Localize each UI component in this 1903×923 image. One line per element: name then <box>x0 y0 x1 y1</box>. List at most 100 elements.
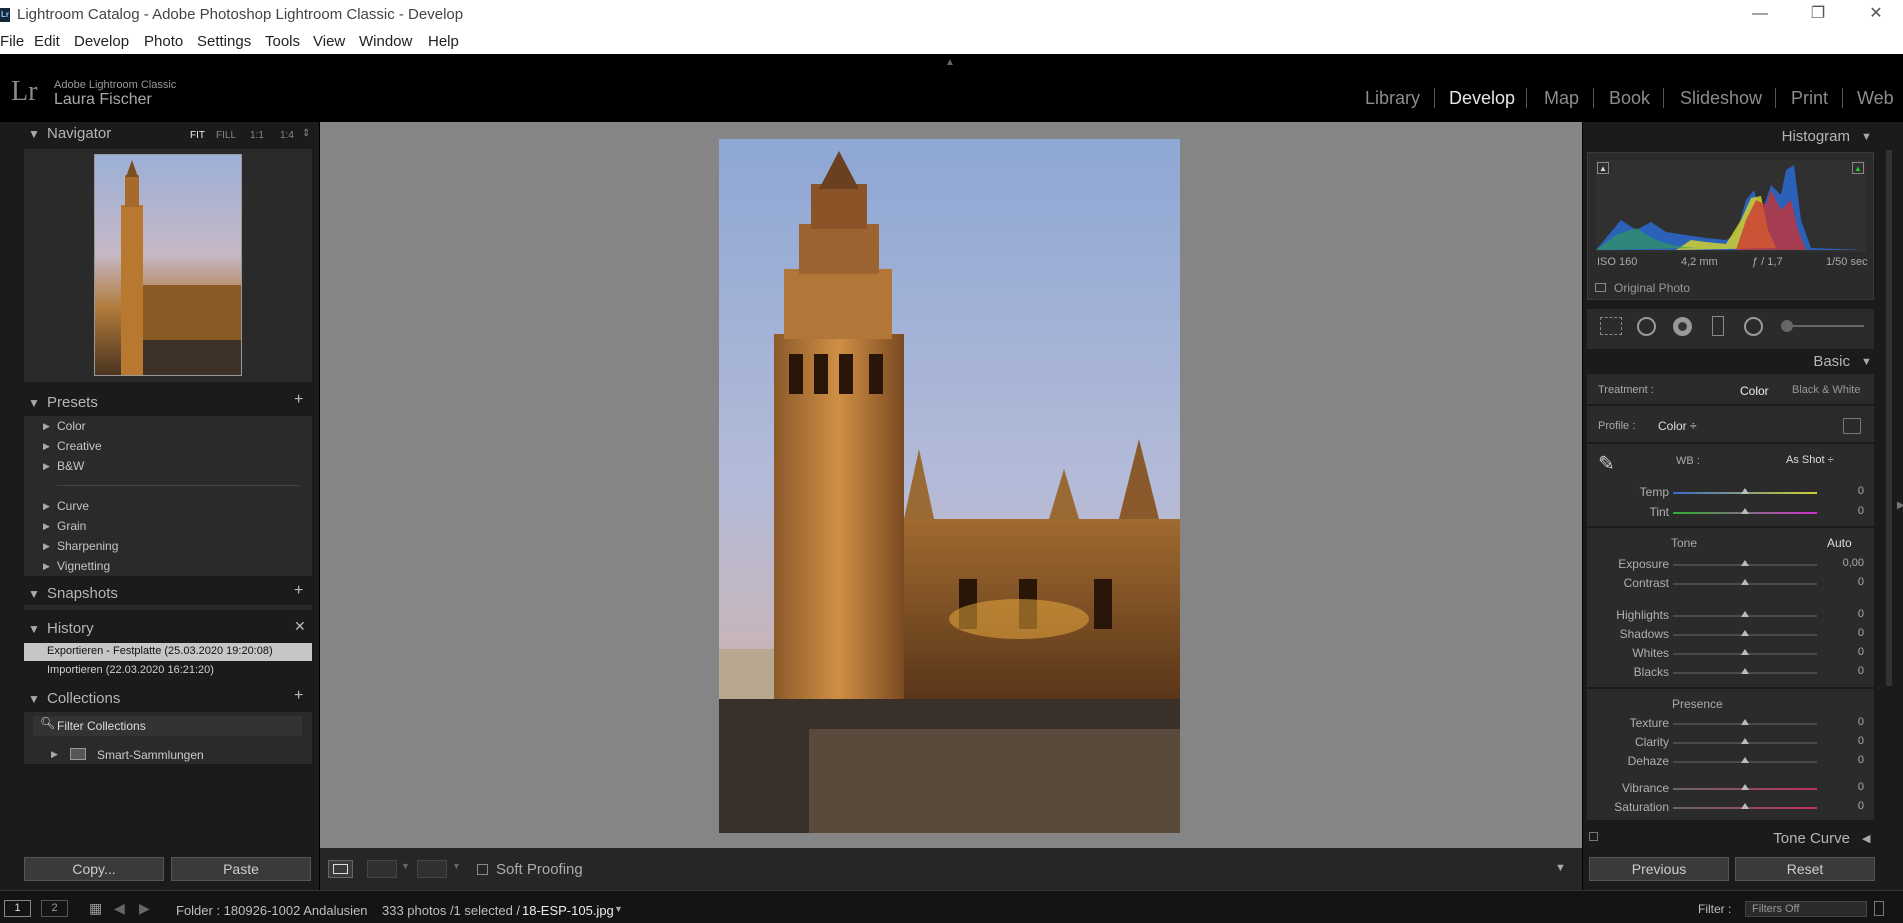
soft-proofing-checkbox[interactable] <box>477 864 488 875</box>
panel-switch-icon[interactable] <box>1589 832 1598 841</box>
clarity-slider-thumb[interactable] <box>1741 738 1749 744</box>
menu-edit[interactable]: Edit <box>34 33 60 50</box>
module-web[interactable]: Web <box>1857 88 1894 109</box>
profile-browser-icon[interactable] <box>1843 418 1861 434</box>
zoom-fill[interactable]: FILL <box>216 130 236 141</box>
contrast-slider-thumb[interactable] <box>1741 579 1749 585</box>
back-arrow-icon[interactable]: ◀ <box>114 900 125 917</box>
primary-window-button[interactable]: 1 <box>4 900 31 917</box>
expand-icon[interactable]: ▶ <box>43 461 50 472</box>
saturation-value[interactable]: 0 <box>1840 800 1864 812</box>
collapse-top-icon[interactable]: ▲ <box>945 57 955 68</box>
brush-size-track[interactable] <box>1793 325 1864 327</box>
navigator-thumbnail[interactable] <box>94 154 242 376</box>
history-header[interactable]: History <box>47 620 94 637</box>
restore-button[interactable]: ❐ <box>1795 0 1841 30</box>
saturation-slider-thumb[interactable] <box>1741 803 1749 809</box>
menu-develop[interactable]: Develop <box>74 33 129 50</box>
before-after-dropdown-icon[interactable]: ▼ <box>401 861 410 871</box>
grid-view-icon[interactable]: ▦ <box>89 900 102 917</box>
dehaze-slider-thumb[interactable] <box>1741 757 1749 763</box>
filter-select[interactable]: Filters Off <box>1745 901 1867 917</box>
preset-group-creative[interactable]: Creative <box>57 439 102 453</box>
yy-dropdown-icon[interactable]: ▼ <box>452 861 461 871</box>
menu-photo[interactable]: Photo <box>144 33 183 50</box>
highlights-value[interactable]: 0 <box>1840 608 1864 620</box>
whites-value[interactable]: 0 <box>1840 646 1864 658</box>
folder-path[interactable]: Folder : 180926-1002 Andalusien <box>176 903 368 918</box>
contrast-value[interactable]: 0 <box>1840 576 1864 588</box>
snapshots-header[interactable]: Snapshots <box>47 585 118 602</box>
toolbar-dropdown-icon[interactable]: ▼ <box>1555 862 1566 874</box>
copy-button[interactable]: Copy... <box>24 857 164 881</box>
right-edge-collapse-icon[interactable]: ▶ <box>1897 500 1903 511</box>
tint-slider-thumb[interactable] <box>1741 508 1749 514</box>
basic-header[interactable]: Basic <box>1760 353 1850 370</box>
presets-header[interactable]: Presets <box>47 394 98 411</box>
graduated-filter-icon[interactable] <box>1712 316 1724 336</box>
highlight-clipping-icon[interactable]: ▲ <box>1852 162 1864 174</box>
clarity-value[interactable]: 0 <box>1840 735 1864 747</box>
collapse-basic-icon[interactable]: ▼ <box>1861 356 1872 368</box>
preset-group-bw[interactable]: B&W <box>57 459 84 473</box>
collapse-presets-icon[interactable]: ▼ <box>28 396 40 410</box>
collections-header[interactable]: Collections <box>47 690 120 707</box>
module-develop[interactable]: Develop <box>1449 88 1515 109</box>
zoom-stepper-icon[interactable]: ⇕ <box>302 128 310 139</box>
vibrance-value[interactable]: 0 <box>1840 781 1864 793</box>
temp-slider-thumb[interactable] <box>1741 488 1749 494</box>
add-preset-icon[interactable]: + <box>294 391 303 409</box>
shadow-clipping-icon[interactable]: ▲ <box>1597 162 1609 174</box>
temp-value[interactable]: 0 <box>1840 485 1864 497</box>
radial-filter-icon[interactable] <box>1744 317 1763 336</box>
collapse-collections-icon[interactable]: ▼ <box>28 692 40 706</box>
adjustment-brush-icon[interactable] <box>1781 320 1793 332</box>
add-snapshot-icon[interactable]: + <box>294 582 303 600</box>
module-book[interactable]: Book <box>1609 88 1650 109</box>
secondary-window-button[interactable]: 2 <box>41 900 68 917</box>
history-item[interactable]: Importieren (22.03.2020 16:21:20) <box>24 662 312 680</box>
shadows-slider-thumb[interactable] <box>1741 630 1749 636</box>
expand-icon[interactable]: ▶ <box>43 561 50 572</box>
expand-icon[interactable]: ▶ <box>43 501 50 512</box>
preset-group-color[interactable]: Color <box>57 419 86 433</box>
collection-smart-sammlungen[interactable]: Smart-Sammlungen <box>97 748 204 762</box>
file-dropdown-icon[interactable]: ▼ <box>614 904 623 914</box>
module-slideshow[interactable]: Slideshow <box>1680 88 1762 109</box>
whites-slider-thumb[interactable] <box>1741 649 1749 655</box>
collapse-history-icon[interactable]: ▼ <box>28 622 40 636</box>
crop-tool-icon[interactable] <box>1600 317 1622 335</box>
filter-lock-icon[interactable] <box>1874 901 1884 916</box>
forward-arrow-icon[interactable]: ▶ <box>139 900 150 917</box>
zoom-1-4[interactable]: 1:4 <box>280 130 294 141</box>
texture-value[interactable]: 0 <box>1840 716 1864 728</box>
navigator-header[interactable]: Navigator <box>47 125 111 142</box>
zoom-1-1[interactable]: 1:1 <box>250 130 264 141</box>
module-library[interactable]: Library <box>1365 88 1420 109</box>
menu-file[interactable]: File <box>0 33 24 50</box>
shadows-value[interactable]: 0 <box>1840 627 1864 639</box>
exposure-slider-thumb[interactable] <box>1741 560 1749 566</box>
vibrance-slider-thumb[interactable] <box>1741 784 1749 790</box>
expand-icon[interactable]: ▶ <box>43 441 50 452</box>
blacks-slider-thumb[interactable] <box>1741 668 1749 674</box>
original-photo-checkbox[interactable] <box>1595 283 1606 292</box>
exposure-value[interactable]: 0,00 <box>1840 557 1864 569</box>
treatment-color[interactable]: Color <box>1740 384 1769 398</box>
menu-help[interactable]: Help <box>428 33 459 50</box>
module-print[interactable]: Print <box>1791 88 1828 109</box>
menu-window[interactable]: Window <box>359 33 412 50</box>
module-map[interactable]: Map <box>1544 88 1579 109</box>
dehaze-value[interactable]: 0 <box>1840 754 1864 766</box>
treatment-black-white[interactable]: Black & White <box>1792 384 1860 396</box>
auto-tone-button[interactable]: Auto <box>1827 536 1852 550</box>
before-after-icon[interactable] <box>367 860 397 878</box>
blacks-value[interactable]: 0 <box>1840 665 1864 677</box>
selected-file-name[interactable]: 18-ESP-105.jpg <box>522 903 614 918</box>
preset-group-sharpening[interactable]: Sharpening <box>57 539 118 553</box>
spot-removal-icon[interactable] <box>1637 317 1656 336</box>
previous-button[interactable]: Previous <box>1589 857 1729 881</box>
collapse-snapshots-icon[interactable]: ▼ <box>28 587 40 601</box>
expand-tone-curve-icon[interactable]: ◀ <box>1862 832 1870 845</box>
white-balance-eyedropper-icon[interactable]: ✎ <box>1598 451 1624 477</box>
